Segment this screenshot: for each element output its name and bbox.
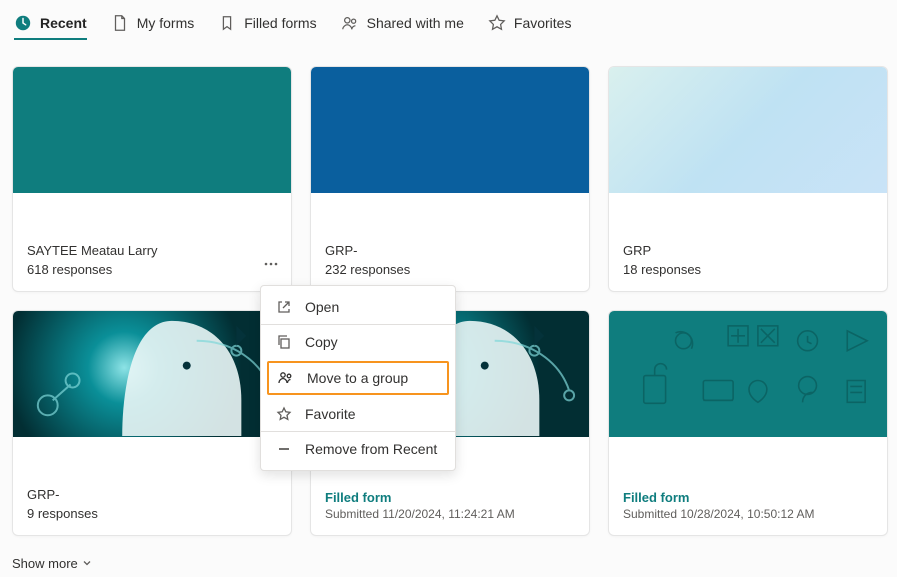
- tab-favorites[interactable]: Favorites: [488, 14, 572, 40]
- submitted-timestamp: Submitted 11/20/2024, 11:24:21 AM: [325, 507, 575, 521]
- menu-label: Move to a group: [307, 370, 408, 386]
- tab-label: Filled forms: [244, 15, 316, 31]
- tab-label: Shared with me: [367, 15, 464, 31]
- card-title: GRP-: [325, 243, 575, 258]
- menu-label: Open: [305, 299, 339, 315]
- card-title: GRP: [623, 243, 873, 258]
- star-icon: [275, 406, 293, 422]
- card-thumbnail: [13, 311, 291, 437]
- tab-recent[interactable]: Recent: [14, 14, 87, 40]
- form-card[interactable]: SAYTEE Meatau Larry 618 responses: [12, 66, 292, 292]
- filled-form-label: Filled form: [623, 490, 873, 505]
- tab-label: Favorites: [514, 15, 572, 31]
- star-icon: [488, 14, 506, 32]
- card-thumbnail: [13, 67, 291, 193]
- people-icon: [341, 14, 359, 32]
- context-menu: Open Copy Move to a group Favorite Remov…: [260, 285, 456, 471]
- menu-open[interactable]: Open: [261, 290, 455, 324]
- group-icon: [277, 370, 295, 386]
- card-responses: 232 responses: [325, 262, 575, 277]
- doodle-icons: [609, 311, 887, 436]
- menu-remove-recent[interactable]: Remove from Recent: [261, 432, 455, 466]
- show-more-label: Show more: [12, 556, 78, 571]
- show-more-button[interactable]: Show more: [12, 556, 92, 571]
- remove-icon: [275, 441, 293, 457]
- tabs-bar: Recent My forms Filled forms Shared with…: [12, 14, 885, 48]
- clock-icon: [14, 14, 32, 32]
- card-responses: 9 responses: [27, 506, 277, 521]
- tab-filled[interactable]: Filled forms: [218, 14, 316, 40]
- chevron-down-icon: [82, 556, 92, 571]
- card-body: Filled form Submitted 10/28/2024, 10:50:…: [609, 437, 887, 535]
- filled-form-label: Filled form: [325, 490, 575, 505]
- document-icon: [111, 14, 129, 32]
- more-button[interactable]: [261, 254, 281, 277]
- card-body: GRP- 232 responses: [311, 193, 589, 291]
- tab-shared[interactable]: Shared with me: [341, 14, 464, 40]
- card-body: GRP 18 responses: [609, 193, 887, 291]
- card-title: SAYTEE Meatau Larry: [27, 243, 277, 258]
- form-card[interactable]: Filled form Submitted 10/28/2024, 10:50:…: [608, 310, 888, 536]
- card-thumbnail: [609, 311, 887, 437]
- tab-label: Recent: [40, 15, 87, 31]
- tab-label: My forms: [137, 15, 195, 31]
- bookmark-icon: [218, 14, 236, 32]
- form-card[interactable]: GRP- 9 responses: [12, 310, 292, 536]
- card-thumbnail: [311, 67, 589, 193]
- menu-copy[interactable]: Copy: [261, 325, 455, 359]
- card-responses: 18 responses: [623, 262, 873, 277]
- form-card[interactable]: GRP 18 responses: [608, 66, 888, 292]
- submitted-timestamp: Submitted 10/28/2024, 10:50:12 AM: [623, 507, 873, 521]
- card-thumbnail: [609, 67, 887, 193]
- form-card[interactable]: GRP- 232 responses: [310, 66, 590, 292]
- tab-myforms[interactable]: My forms: [111, 14, 195, 40]
- card-title: GRP-: [27, 487, 277, 502]
- open-icon: [275, 299, 293, 315]
- card-body: GRP- 9 responses: [13, 437, 291, 535]
- menu-move-to-group[interactable]: Move to a group: [267, 361, 449, 395]
- ai-face-illustration: [13, 311, 291, 436]
- menu-label: Favorite: [305, 406, 356, 422]
- menu-favorite[interactable]: Favorite: [261, 397, 455, 431]
- copy-icon: [275, 334, 293, 350]
- card-body: SAYTEE Meatau Larry 618 responses: [13, 193, 291, 291]
- menu-label: Remove from Recent: [305, 441, 437, 457]
- card-responses: 618 responses: [27, 262, 277, 277]
- menu-label: Copy: [305, 334, 338, 350]
